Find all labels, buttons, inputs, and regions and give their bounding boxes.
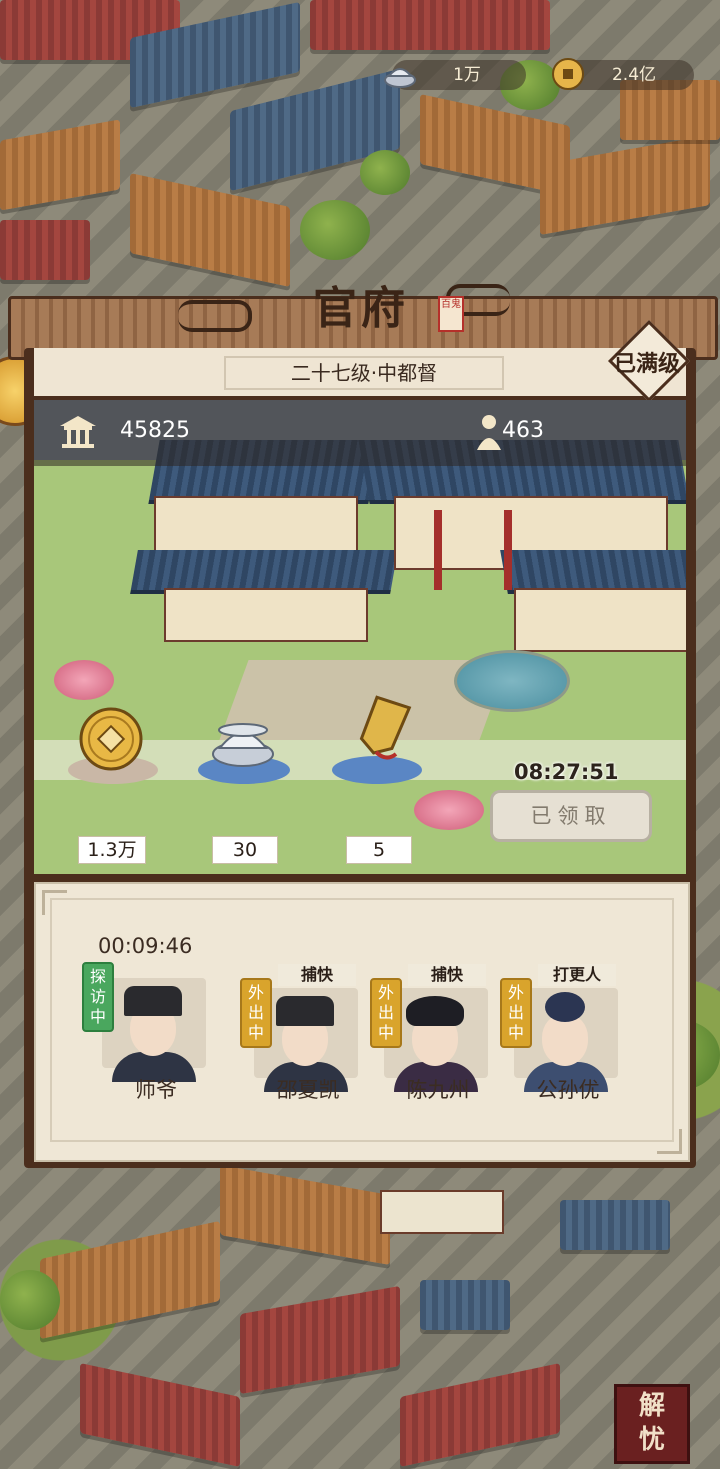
town-roof xyxy=(560,1200,670,1250)
staff-name: 师爷 xyxy=(135,1078,177,1102)
reward-countdown: 08:27:51 xyxy=(514,760,619,784)
role-tag: 捕快 xyxy=(408,964,486,986)
pond xyxy=(454,650,570,712)
silver-ingot-icon xyxy=(212,723,274,767)
status-char: 外 xyxy=(507,983,524,1002)
silver-ingot-icon xyxy=(384,68,416,88)
hat xyxy=(276,996,334,1026)
status-tag: 外出中 xyxy=(500,978,532,1048)
staff-card-shiye[interactable]: 探访中 师爷 xyxy=(82,962,212,1102)
copper-coin-icon xyxy=(552,58,584,90)
staff-card-gongsunyou[interactable]: 打更人 外出中 公孙优 xyxy=(500,964,624,1102)
status-char: 访 xyxy=(89,987,106,1006)
max-level-badge: 已满级 xyxy=(602,319,692,403)
status-char: 中 xyxy=(247,1023,264,1042)
reward-count: 5 xyxy=(346,836,412,864)
reward-count: 30 xyxy=(212,836,278,864)
flower-bush xyxy=(54,660,114,700)
hat xyxy=(124,986,182,1016)
town-roof xyxy=(40,1220,220,1340)
level-title: 二十七级·中都督 xyxy=(224,356,504,390)
status-tag: 外出中 xyxy=(370,978,402,1048)
staff-name: 邵夏凯 xyxy=(276,1078,340,1102)
status-char: 出 xyxy=(507,1003,524,1022)
status-char: 出 xyxy=(377,1003,394,1022)
portrait xyxy=(102,978,206,1082)
town-roof xyxy=(0,119,120,211)
status-char: 外 xyxy=(377,983,394,1002)
town-roof xyxy=(220,1165,390,1265)
role-tag: 打更人 xyxy=(538,964,616,986)
coin-value: 2.4亿 xyxy=(611,65,657,85)
status-char: 中 xyxy=(377,1023,394,1042)
coin-counter[interactable]: 2.4亿 xyxy=(552,58,694,90)
government-building-scene[interactable]: 45825 463 1.3万 30 5 08:27:51 已领取 xyxy=(34,400,686,874)
town-roof xyxy=(0,220,90,280)
town-roof xyxy=(80,1362,240,1468)
staff-area: 00:09:46 探访中 师爷 捕快 外出中 邵夏凯 捕快 外 出 中 陈九州 … xyxy=(34,882,690,1162)
town-roof xyxy=(310,0,550,50)
prestige-value: 45825 xyxy=(120,418,190,443)
town-roof xyxy=(420,1280,510,1330)
tree xyxy=(0,1270,60,1330)
token-icon xyxy=(359,695,412,760)
level-bar: 二十七级·中都督 xyxy=(34,348,686,396)
person-icon xyxy=(477,415,501,450)
government-panel: 二十七级·中都督 已满级 45825 463 1.3万 30 5 08:27:5… xyxy=(24,319,696,1168)
seal-stamp: 百鬼 xyxy=(438,296,464,332)
status-tag: 探访中 xyxy=(82,962,114,1032)
building-wall xyxy=(164,588,368,642)
town-roof xyxy=(400,1362,560,1468)
status-char: 出 xyxy=(247,1003,264,1022)
jieyou-button[interactable]: 解忧 xyxy=(614,1384,690,1464)
staff-name: 陈九州 xyxy=(406,1078,470,1102)
copper-coin-icon xyxy=(79,707,143,771)
silver-value: 1万 xyxy=(453,65,481,85)
status-char: 外 xyxy=(247,983,264,1002)
reward-count: 1.3万 xyxy=(78,836,146,864)
population-value: 463 xyxy=(502,418,544,443)
corner-ornament xyxy=(42,890,67,915)
pillar xyxy=(504,510,512,590)
staff-timer: 00:09:46 xyxy=(98,934,193,958)
flower-bush xyxy=(414,790,484,830)
tree xyxy=(300,200,370,260)
status-char: 中 xyxy=(89,1007,106,1026)
status-char: 探 xyxy=(89,967,106,986)
hair xyxy=(406,996,464,1026)
building-wall xyxy=(514,588,686,652)
staff-name: 公孙优 xyxy=(536,1078,600,1102)
jieyou-label: 解忧 xyxy=(638,1391,665,1455)
pillar xyxy=(434,510,442,590)
status-char: 中 xyxy=(507,1023,524,1042)
town-roof xyxy=(240,1285,400,1395)
town-wall xyxy=(380,1190,504,1234)
role-tag: 捕快 xyxy=(278,964,356,986)
staff-card-shaoxiakai[interactable]: 捕快 外出中 邵夏凯 xyxy=(240,964,364,1102)
corner-ornament xyxy=(657,1129,682,1154)
tree xyxy=(360,150,410,195)
claimed-button[interactable]: 已领取 xyxy=(490,790,652,842)
pavilion-icon xyxy=(60,416,96,448)
hair-bun xyxy=(545,992,585,1022)
max-level-label: 已满级 xyxy=(613,352,680,377)
silver-counter[interactable]: 1万 xyxy=(384,60,526,90)
status-tag: 外出中 xyxy=(240,978,272,1048)
staff-card-chenjiuzhou[interactable]: 捕快 外出中 陈九州 xyxy=(370,964,494,1102)
